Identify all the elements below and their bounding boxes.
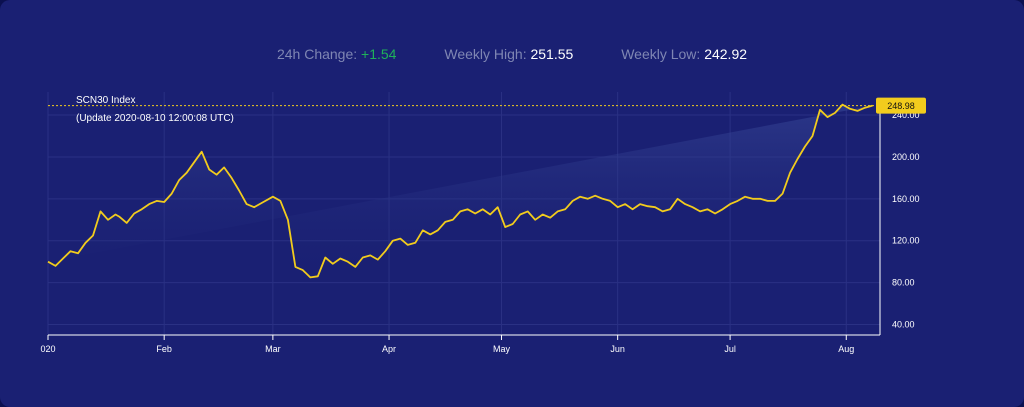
x-tick-label: Jun (610, 344, 625, 354)
price-chart[interactable]: 40.0080.00120.00160.00200.00240.00020 Feb… (0, 0, 1024, 407)
x-tick-label: Mar (265, 344, 281, 354)
y-tick-label: 160.00 (892, 194, 920, 204)
x-tick-label: May (493, 344, 511, 354)
chart-area-layer (47, 103, 873, 279)
y-tick-label: 80.00 (892, 278, 915, 288)
y-tick-label: 200.00 (892, 152, 920, 162)
x-tick-label: Aug (838, 344, 854, 354)
chart-title: SCN30 Index (76, 95, 135, 106)
x-tick-label: 020 (40, 344, 55, 354)
series-area-fill (48, 104, 873, 278)
y-tick-label: 40.00 (892, 320, 915, 330)
last-value-label: 248.98 (887, 101, 915, 111)
x-tick-label: Feb (156, 344, 172, 354)
chart-panel: 24h Change: +1.54 Weekly High: 251.55 We… (0, 0, 1024, 407)
x-tick-label: Apr (382, 344, 396, 354)
x-tick-label: Jul (724, 344, 736, 354)
y-tick-label: 120.00 (892, 236, 920, 246)
chart-subtitle: (Update 2020-08-10 12:00:08 UTC) (76, 113, 234, 124)
chart-labels: SCN30 Index (Update 2020-08-10 12:00:08 … (76, 95, 234, 124)
